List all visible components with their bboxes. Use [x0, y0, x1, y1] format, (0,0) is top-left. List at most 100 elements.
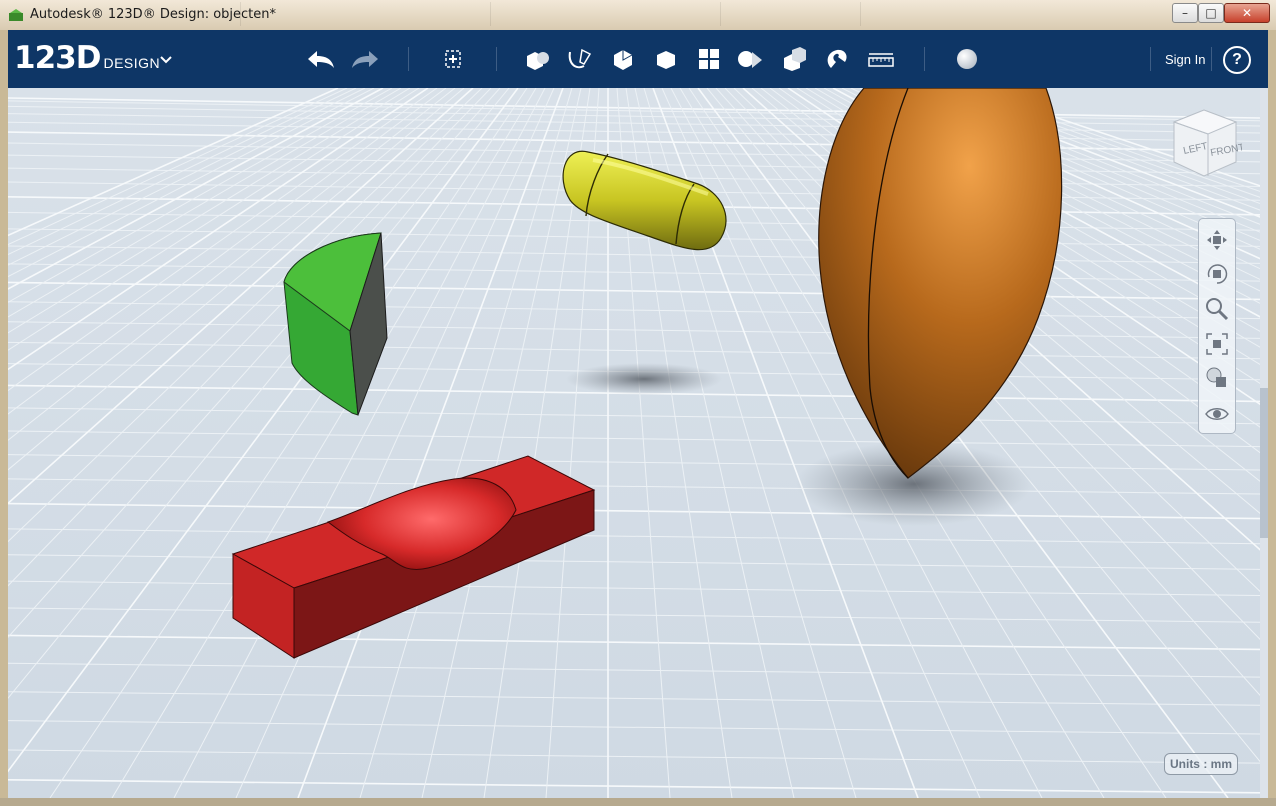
side-panel-handle[interactable]: [1260, 388, 1268, 538]
grid-line: [8, 662, 1260, 678]
grid-line: [8, 691, 1260, 706]
toolbar-separator: [408, 47, 409, 71]
undo-button[interactable]: [306, 44, 336, 74]
transform-button[interactable]: [438, 44, 468, 74]
capsule-shadow: [566, 363, 722, 395]
combine-icon: [784, 47, 806, 71]
grouping-button[interactable]: [736, 44, 766, 74]
toolbar-separator: [924, 47, 925, 71]
modify-icon: [657, 51, 675, 69]
help-button[interactable]: ?: [1223, 46, 1251, 74]
materials-visibility-icon[interactable]: [1204, 365, 1230, 391]
grid-line: [8, 528, 1260, 545]
grid-line: [8, 88, 492, 587]
close-icon: ✕: [1241, 6, 1253, 20]
snap-icon: [827, 49, 847, 68]
grid-line: [8, 607, 1260, 623]
chevron-down-icon: [160, 56, 172, 64]
grid-line: [8, 245, 1260, 264]
construct-icon: [614, 50, 633, 70]
grid-line: [8, 88, 438, 392]
modify-button[interactable]: [651, 44, 681, 74]
primitives-button[interactable]: [522, 44, 552, 74]
window-frame-bottom: [0, 798, 1276, 806]
window-titlebar: Autodesk® 123D® Design: objecten* – □ ✕: [0, 0, 1276, 31]
grid-line: [8, 88, 348, 246]
material-icon: [957, 49, 977, 69]
redo-button[interactable]: [350, 44, 380, 74]
grid-line: [235, 88, 555, 798]
grid-line: [8, 88, 483, 543]
pattern-button[interactable]: [694, 44, 724, 74]
grid-line: [8, 97, 1260, 119]
grid-line: [8, 502, 1260, 520]
snap-button[interactable]: [822, 44, 852, 74]
grid-line: [8, 779, 1260, 794]
grid-line: [8, 430, 1260, 448]
grid-line: [8, 88, 393, 303]
grid-line: [8, 88, 510, 699]
units-indicator[interactable]: Units : mm: [1164, 753, 1238, 775]
sketch-icon: [568, 48, 592, 69]
measure-icon: [868, 53, 894, 67]
grid-line: [421, 88, 582, 798]
visibility-icon[interactable]: [1204, 401, 1230, 427]
app-icon: [9, 9, 23, 21]
grid-line: [8, 100, 1260, 122]
transform-icon: [445, 50, 461, 68]
logo-sub: DESIGN: [103, 55, 161, 71]
pan-icon[interactable]: [1204, 227, 1230, 253]
grid-line: [8, 720, 1260, 735]
grid-line: [8, 88, 447, 415]
sign-in-link[interactable]: Sign In: [1165, 52, 1205, 67]
grid-line: [8, 634, 1260, 651]
grid-line: [8, 454, 1260, 471]
toolbar-separator: [1211, 47, 1212, 71]
maximize-icon: □: [1205, 6, 1217, 20]
ghost-ribbon-divider: [490, 2, 491, 26]
construct-button[interactable]: [608, 44, 638, 74]
3d-viewport[interactable]: LEFT FRONT: [8, 88, 1260, 798]
pattern-icon: [699, 49, 719, 69]
grid-line: [8, 88, 366, 266]
app-logo[interactable]: 123D DESIGN: [14, 40, 172, 76]
grid-line: [8, 554, 1260, 570]
minimize-icon: –: [1182, 6, 1188, 20]
grid-line: [8, 88, 501, 638]
primitives-icon: [527, 52, 549, 70]
wedge-object[interactable]: [283, 232, 388, 416]
grid-line: [8, 478, 1260, 495]
grid-line: [49, 88, 528, 798]
fit-icon[interactable]: [1204, 331, 1230, 357]
toolbar-separator: [1150, 47, 1151, 71]
material-button[interactable]: [952, 44, 982, 74]
minimize-button[interactable]: –: [1172, 3, 1198, 23]
zoom-icon[interactable]: [1204, 296, 1230, 322]
grid-line: [8, 88, 384, 290]
maximize-button[interactable]: □: [1198, 3, 1224, 23]
toolbar-separator: [496, 47, 497, 71]
grid-line: [297, 88, 564, 798]
ghost-ribbon-divider: [240, 2, 241, 26]
app-toolbar: 123D DESIGN Sign In ?: [8, 30, 1268, 88]
scene-canvas[interactable]: [8, 88, 1260, 798]
window-frame-right: [1268, 30, 1276, 798]
ghost-ribbon-divider: [860, 2, 861, 26]
grid-line: [111, 88, 537, 798]
orbit-icon[interactable]: [1204, 261, 1230, 287]
logo-main: 123D: [14, 40, 101, 76]
combine-button[interactable]: [779, 44, 809, 74]
redo-icon: [352, 51, 378, 68]
ghost-ribbon-divider: [720, 2, 721, 26]
sketch-button[interactable]: [565, 44, 595, 74]
navigation-bar: [1198, 218, 1236, 434]
grid-line: [359, 88, 573, 798]
grid-line: [8, 407, 1260, 425]
measure-button[interactable]: [866, 44, 896, 74]
ellipsoid-object[interactable]: [818, 88, 1063, 479]
grid-line: [8, 88, 519, 773]
side-panel-tab[interactable]: [1260, 88, 1268, 798]
grid-line: [8, 88, 420, 351]
viewcube[interactable]: LEFT FRONT: [1166, 104, 1242, 184]
close-button[interactable]: ✕: [1224, 3, 1270, 23]
